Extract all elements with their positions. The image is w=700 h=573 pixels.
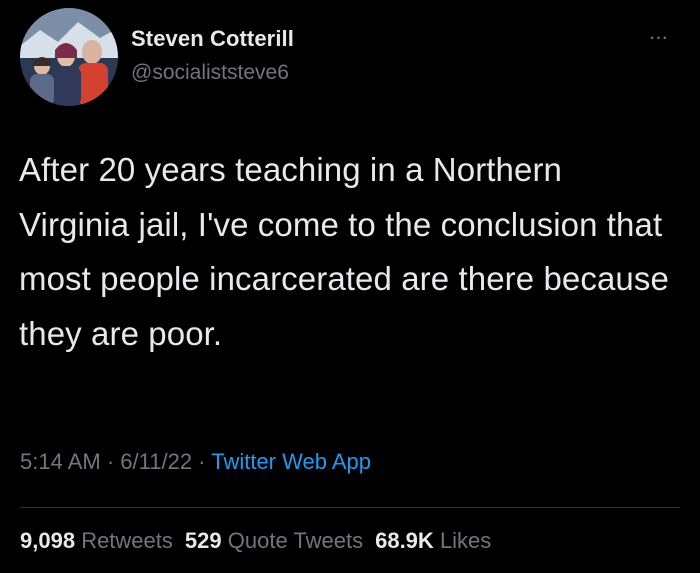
avatar-photo [20, 8, 118, 106]
ellipsis-icon[interactable]: ··· [638, 22, 678, 52]
divider [20, 507, 680, 508]
author-display-name[interactable]: Steven Cotterill [131, 26, 294, 52]
meta-separator: · [192, 449, 212, 474]
likes-count: 68.9K [375, 528, 434, 553]
retweets-count: 9,098 [20, 528, 76, 553]
tweet-text: After 20 years teaching in a Northern Vi… [19, 151, 669, 352]
likes-label: Likes [439, 528, 492, 553]
quote-tweets-count: 529 [184, 528, 222, 553]
quote-tweets-stat[interactable]: 529 Quote Tweets [185, 528, 363, 553]
likes-stat[interactable]: 68.9K Likes [375, 528, 491, 553]
quote-tweets-label: Quote Tweets [227, 528, 364, 553]
tweet-metadata: 5:14 AM · 6/11/22 · Twitter Web App [20, 449, 371, 475]
engagement-stats: 9,098 Retweets 529 Quote Tweets 68.9K Like… [20, 528, 491, 554]
tweet-card: Steven Cotterill @sociali­ststeve6 ··· A… [0, 0, 700, 573]
author-handle[interactable]: @sociali­ststeve6 [131, 61, 289, 85]
retweets-label: Retweets [81, 528, 173, 553]
tweet-time[interactable]: 5:14 AM [20, 449, 101, 474]
meta-separator: · [100, 449, 121, 474]
tweet-date[interactable]: 6/11/22 [120, 449, 192, 474]
tweet-source-link[interactable]: Twitter Web App [211, 449, 371, 474]
retweets-stat[interactable]: 9,098 Retweets [20, 528, 173, 553]
avatar[interactable] [20, 8, 118, 106]
